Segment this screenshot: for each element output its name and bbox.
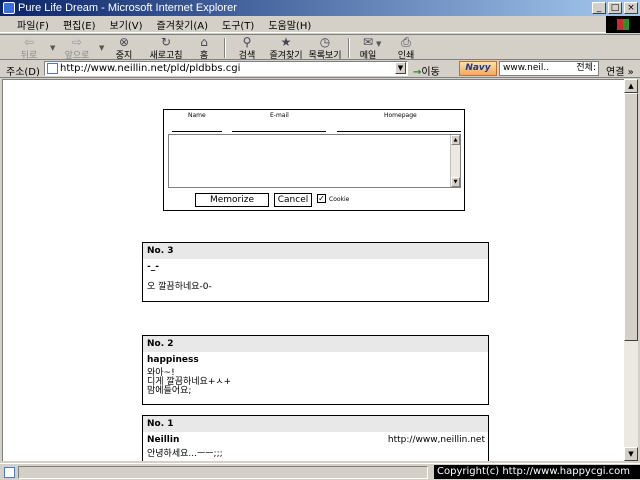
- window-title: Pure Life Dream - Microsoft Internet Exp…: [18, 2, 237, 14]
- mail-icon: ✉: [362, 35, 374, 49]
- mail-dropdown-icon[interactable]: ▼: [376, 40, 381, 48]
- toolbar-separator: [224, 38, 226, 58]
- stop-button[interactable]: ⊗ 중지: [110, 35, 138, 61]
- favorites-icon: ★: [280, 35, 292, 49]
- search-icon: ⚲: [242, 35, 252, 49]
- menu-file[interactable]: 파일(F): [16, 17, 50, 32]
- scrollbar-thumb[interactable]: [624, 93, 638, 341]
- address-url: http://www.neillin.net/pld/pldbbs.cgi: [60, 63, 241, 74]
- post-author: -_-: [143, 259, 488, 273]
- menu-tools[interactable]: 도구(T): [221, 17, 255, 32]
- menu-help[interactable]: 도움말(H): [267, 17, 312, 32]
- navy-search-value: www.neil..: [503, 63, 550, 73]
- go-label: 이동: [421, 67, 440, 78]
- menu-favorites[interactable]: 즐겨찾기(A): [156, 17, 209, 32]
- guestbook-form: Name E-mail Homepage ▲ ▼ Memorize Cancel…: [163, 109, 465, 211]
- scroll-up-icon[interactable]: ▲: [624, 79, 638, 93]
- windows-logo-icon: [606, 16, 640, 33]
- forward-arrow-icon: ⇨: [71, 35, 83, 49]
- textarea-scrollbar[interactable]: ▲ ▼: [450, 135, 460, 187]
- post-author: happiness: [143, 352, 488, 366]
- back-dropdown-icon[interactable]: ▼: [50, 44, 55, 52]
- email-label: E-mail: [270, 112, 289, 119]
- address-label: 주소(D): [6, 67, 40, 78]
- name-field[interactable]: [172, 131, 222, 132]
- stop-icon: ⊗: [118, 35, 130, 49]
- cancel-button[interactable]: Cancel: [274, 193, 312, 207]
- navy-search-input[interactable]: www.neil.. 전체:: [499, 61, 599, 76]
- address-bar: 주소(D) http://www.neillin.net/pld/pldbbs.…: [0, 60, 640, 78]
- history-icon: ◷: [319, 35, 331, 49]
- navy-logo[interactable]: Navy: [459, 61, 497, 76]
- name-label: Name: [188, 112, 206, 119]
- author-name: -_-: [147, 262, 159, 272]
- author-name: Neillin: [147, 435, 180, 445]
- minimize-button[interactable]: _: [592, 2, 606, 14]
- forward-dropdown-icon[interactable]: ▼: [99, 44, 104, 52]
- menu-bar: 파일(F) 편집(E) 보기(V) 즐겨찾기(A) 도구(T) 도움말(H): [0, 16, 640, 33]
- post-author: Neillin http://www,neillin.net: [143, 432, 488, 446]
- standard-toolbar: ⇦ 뒤로 ▼ ⇨ 앞으로 ▼ ⊗ 중지 ↻ 새로고침 ⌂ 홈 ⚲ 검색 ★ 즐겨…: [0, 34, 640, 61]
- back-button[interactable]: ⇦ 뒤로: [14, 35, 44, 61]
- page-content: Name E-mail Homepage ▲ ▼ Memorize Cancel…: [2, 79, 624, 461]
- post-number: No. 2: [143, 336, 488, 352]
- scroll-down-icon[interactable]: ▼: [624, 447, 638, 461]
- forward-button[interactable]: ⇨ 앞으로: [60, 35, 94, 61]
- home-button[interactable]: ⌂ 홈: [192, 35, 216, 61]
- go-button[interactable]: →이동: [413, 63, 440, 78]
- message-textarea[interactable]: ▲ ▼: [168, 134, 461, 188]
- close-button[interactable]: ×: [624, 2, 638, 14]
- menu-view[interactable]: 보기(V): [109, 17, 144, 32]
- maximize-button[interactable]: □: [608, 2, 622, 14]
- address-dropdown-button[interactable]: ▼: [395, 62, 406, 74]
- post-body: 와아~! 디게 깔끔하네요+ㅅ+ 맘에들어요;: [143, 366, 488, 396]
- search-button[interactable]: ⚲ 검색: [234, 35, 260, 61]
- copyright-text: Copyright(c) http://www.happycgi.com: [434, 465, 640, 479]
- scroll-up-icon[interactable]: ▲: [451, 135, 460, 145]
- printer-icon: ⎙: [401, 35, 411, 49]
- post-1: No. 1 Neillin http://www,neillin.net 안녕하…: [142, 415, 489, 461]
- toolbar-separator: [348, 38, 350, 58]
- cookie-checkbox[interactable]: ✓: [317, 194, 326, 203]
- post-line: 맘에들어요;: [147, 386, 192, 396]
- address-input[interactable]: http://www.neillin.net/pld/pldbbs.cgi: [44, 61, 408, 76]
- scroll-down-icon[interactable]: ▼: [451, 177, 460, 187]
- post-2: No. 2 happiness 와아~! 디게 깔끔하네요+ㅅ+ 맘에들어요;: [142, 335, 489, 405]
- post-line: 디게 깔끔하네요+ㅅ+: [147, 377, 232, 387]
- post-number: No. 1: [143, 416, 488, 432]
- email-field[interactable]: [232, 131, 326, 132]
- cookie-label: Cookie: [329, 196, 350, 203]
- post-line: 안녕하세요...ㅡㅡ;;;: [147, 449, 223, 459]
- refresh-icon: ↻: [160, 35, 172, 49]
- page-status-icon: [4, 467, 15, 478]
- window-controls: _ □ ×: [592, 2, 638, 14]
- author-name: happiness: [147, 355, 199, 365]
- post-body: 오 깔끔하네요-0-: [143, 273, 488, 292]
- home-icon: ⌂: [200, 35, 208, 49]
- homepage-label: Homepage: [384, 112, 417, 119]
- author-homepage-link[interactable]: http://www,neillin.net: [388, 435, 485, 445]
- history-button[interactable]: ◷ 목록보기: [306, 35, 344, 61]
- status-text-cell: [18, 466, 428, 479]
- refresh-button[interactable]: ↻ 새로고침: [146, 35, 186, 61]
- menu-edit[interactable]: 편집(E): [62, 17, 97, 32]
- favorites-button[interactable]: ★ 즐겨찾기: [266, 35, 306, 61]
- post-3: No. 3 -_- 오 깔끔하네요-0-: [142, 242, 489, 302]
- title-bar: Pure Life Dream - Microsoft Internet Exp…: [0, 0, 640, 16]
- navy-search-scope[interactable]: 전체:: [576, 62, 596, 75]
- page-icon: [47, 63, 58, 74]
- post-line: 오 깔끔하네요-0-: [147, 282, 212, 292]
- ie-app-icon[interactable]: [3, 2, 15, 14]
- print-button[interactable]: ⎙ 인쇄: [394, 35, 418, 61]
- post-number: No. 3: [143, 243, 488, 259]
- back-arrow-icon: ⇦: [23, 35, 35, 49]
- memorize-button[interactable]: Memorize: [195, 193, 269, 207]
- links-button[interactable]: 연결 »: [606, 63, 634, 78]
- homepage-field[interactable]: [337, 131, 461, 132]
- page-scrollbar[interactable]: ▲ ▼: [624, 79, 638, 461]
- post-body: 안녕하세요...ㅡㅡ;;;: [143, 446, 488, 459]
